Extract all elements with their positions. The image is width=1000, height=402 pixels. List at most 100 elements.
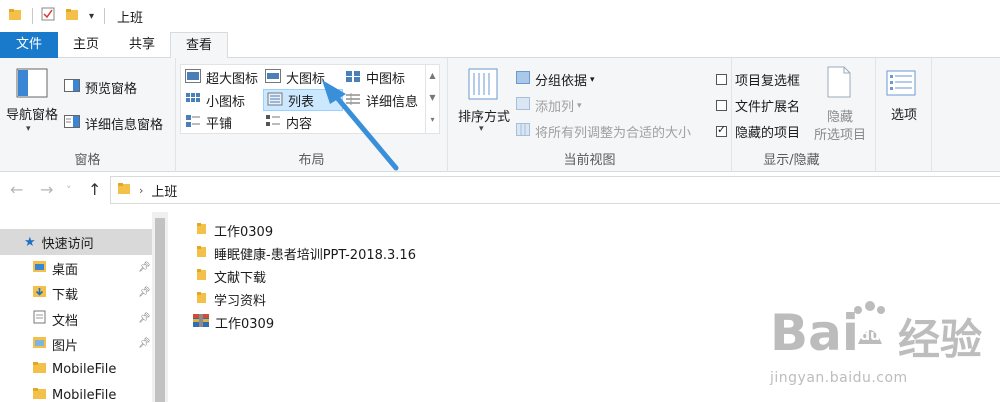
- navigation-pane: ★ 快速访问 桌面 📌︎ 下载 📌︎ 文档 📌︎ 图片 📌︎ MobileFil…: [0, 212, 168, 402]
- breadcrumb-chevron-icon[interactable]: ›: [139, 184, 143, 197]
- quick-access-item[interactable]: ★ 快速访问: [0, 229, 152, 255]
- hidden-items-toggle[interactable]: 隐藏的项目: [716, 122, 800, 141]
- nav-item-label: MobileFile: [52, 361, 117, 377]
- hide-selected-button-line1[interactable]: 隐藏: [808, 106, 872, 125]
- hide-selected-button-line2[interactable]: 所选项目: [806, 124, 874, 143]
- separator: [104, 8, 106, 24]
- add-columns-label: 添加列: [535, 100, 575, 115]
- file-extensions-toggle[interactable]: 文件扩展名: [716, 96, 800, 115]
- ribbon-tabs: 文件 主页 共享 查看: [0, 32, 1000, 59]
- sort-by-button[interactable]: 排序方式: [452, 106, 516, 125]
- panes-group: 导航窗格 ▾ 预览窗格 详细信息窗格 窗格: [0, 58, 176, 172]
- hidden-items-label: 隐藏的项目: [735, 126, 801, 141]
- list-item[interactable]: 工作0309: [192, 311, 274, 333]
- breadcrumb[interactable]: 上班: [151, 181, 177, 200]
- preview-pane-button[interactable]: 预览窗格: [64, 78, 137, 97]
- nav-item-pictures[interactable]: 图片: [32, 333, 78, 355]
- layout-small-icons[interactable]: 小图标: [185, 91, 245, 110]
- tab-share[interactable]: 共享: [114, 32, 170, 58]
- back-arrow-icon[interactable]: ←: [10, 180, 23, 199]
- list-item[interactable]: 文献下载: [194, 265, 266, 287]
- list-item[interactable]: 学习资料: [194, 288, 266, 310]
- window-title: 上班: [117, 10, 144, 26]
- options-icon[interactable]: [886, 70, 916, 100]
- add-columns-button[interactable]: 添加列 ▾: [516, 96, 582, 115]
- star-icon: ★: [24, 234, 36, 250]
- large-icons-icon: [265, 68, 281, 87]
- hide-selected-icon[interactable]: [826, 66, 852, 102]
- scrollbar-thumb[interactable]: [155, 218, 165, 402]
- tab-file[interactable]: 文件: [0, 32, 58, 58]
- nav-item-label: 下载: [52, 287, 79, 303]
- pin-icon[interactable]: 📌︎: [138, 262, 151, 273]
- preview-pane-icon: [64, 79, 80, 96]
- nav-item-label: MobileFile: [52, 387, 117, 402]
- details-pane-button[interactable]: 详细信息窗格: [64, 114, 163, 133]
- list-item[interactable]: 工作0309: [194, 219, 273, 241]
- gallery-scrollbar[interactable]: ▲ ▼ ▾: [425, 65, 439, 133]
- file-extensions-checkbox[interactable]: [716, 100, 727, 111]
- folder-icon: [32, 386, 47, 402]
- watermark-cn-text: 经验: [898, 315, 983, 364]
- details-icon: [345, 92, 361, 110]
- forward-arrow-icon[interactable]: →: [40, 180, 53, 199]
- tab-home[interactable]: 主页: [58, 32, 114, 58]
- expand-gallery-icon[interactable]: ▾: [426, 109, 439, 131]
- file-name: 睡眠健康-患者培训PPT-2018.3.16: [214, 247, 416, 263]
- desktop-folder-icon: [32, 259, 47, 277]
- scroll-up-icon[interactable]: ▲: [426, 65, 439, 87]
- extra-large-icons-icon: [185, 68, 201, 87]
- layout-list[interactable]: 列表: [267, 91, 314, 110]
- pin-icon[interactable]: 📌︎: [138, 313, 151, 324]
- chevron-down-icon[interactable]: ▾: [479, 124, 484, 134]
- nav-pane-icon[interactable]: [16, 68, 48, 102]
- item-checkboxes-checkbox[interactable]: [716, 74, 727, 85]
- watermark-url: jingyan.baidu.com: [770, 370, 908, 386]
- nav-pane-button[interactable]: 导航窗格: [4, 104, 60, 123]
- archive-icon: [192, 312, 210, 332]
- customize-toolbar-icon[interactable]: ▾: [89, 11, 94, 22]
- nav-item-mobilefile-2[interactable]: MobileFile: [32, 384, 116, 402]
- list-item[interactable]: 睡眠健康-患者培训PPT-2018.3.16: [194, 242, 416, 264]
- group-by-button[interactable]: 分组依据 ▾: [516, 70, 595, 89]
- current-view-group: 排序方式 ▾ 分组依据 ▾ 添加列 ▾ 将所有列调整为合适的大小 当前视图: [448, 58, 732, 172]
- address-bar: ← → ˅ ↑ › 上班: [0, 172, 1000, 208]
- address-box[interactable]: › 上班: [110, 176, 1000, 204]
- content-icon: [265, 114, 281, 132]
- baidu-logo: Bai du: [770, 301, 885, 362]
- navigation-scrollbar[interactable]: [152, 212, 168, 402]
- pin-icon[interactable]: 📌︎: [138, 338, 151, 349]
- layout-group-label: 布局: [298, 153, 325, 168]
- nav-item-documents[interactable]: 文档: [32, 308, 78, 330]
- item-checkboxes-toggle[interactable]: 项目复选框: [716, 70, 800, 89]
- layout-tiles[interactable]: 平铺: [185, 113, 232, 132]
- folder-icon: [194, 290, 209, 308]
- options-button[interactable]: 选项: [876, 104, 932, 123]
- separator: [32, 8, 33, 24]
- chevron-down-icon[interactable]: ▾: [26, 124, 31, 134]
- layout-details[interactable]: 详细信息: [345, 91, 418, 110]
- nav-item-label: 桌面: [52, 262, 79, 278]
- hidden-items-checkbox[interactable]: [716, 123, 727, 137]
- options-group: 选项: [876, 58, 932, 172]
- panes-group-label: 窗格: [74, 153, 101, 168]
- nav-item-desktop[interactable]: 桌面: [32, 257, 78, 279]
- preview-pane-label: 预览窗格: [85, 82, 138, 97]
- medium-icons-icon: [345, 69, 361, 87]
- sort-icon[interactable]: [468, 68, 498, 104]
- scroll-down-icon[interactable]: ▼: [426, 87, 439, 109]
- layout-large-icons[interactable]: 大图标: [265, 68, 325, 87]
- size-columns-button[interactable]: 将所有列调整为合适的大小: [516, 122, 691, 141]
- new-folder-icon[interactable]: [65, 7, 79, 25]
- recent-locations-chevron-icon[interactable]: ˅: [66, 184, 72, 197]
- layout-medium-icons[interactable]: 中图标: [345, 68, 405, 87]
- properties-icon[interactable]: [41, 7, 55, 25]
- layout-extra-large-icons[interactable]: 超大图标: [185, 68, 258, 87]
- pin-icon[interactable]: 📌︎: [138, 287, 151, 298]
- layout-content[interactable]: 内容: [265, 113, 312, 132]
- details-pane-label: 详细信息窗格: [85, 118, 164, 133]
- up-arrow-icon[interactable]: ↑: [88, 180, 101, 199]
- nav-item-mobilefile-1[interactable]: MobileFile: [32, 358, 116, 380]
- tab-view[interactable]: 查看: [170, 32, 229, 59]
- nav-item-downloads[interactable]: 下载: [32, 282, 78, 304]
